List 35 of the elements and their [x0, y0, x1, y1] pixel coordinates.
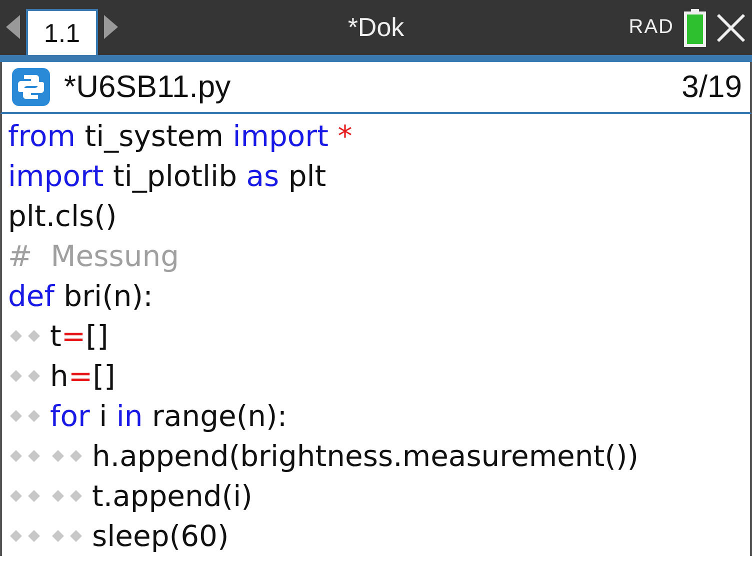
page-tab[interactable]: 1.1: [26, 9, 98, 55]
battery-icon: [684, 8, 706, 46]
code-token: =: [68, 359, 93, 393]
code-token: ti_plotlib: [112, 159, 238, 193]
code-token: *: [336, 119, 352, 153]
code-token: for: [50, 399, 90, 433]
code-token: plt.cls(): [8, 199, 117, 233]
file-name: *U6SB11.py: [64, 69, 231, 105]
code-token: i: [98, 399, 108, 433]
code-token: from: [8, 119, 76, 153]
code-token: plt: [287, 159, 326, 193]
code-token: t: [50, 319, 62, 353]
angle-mode: RAD: [628, 16, 674, 39]
code-token: t.append(i): [92, 479, 252, 513]
python-file-icon: [12, 68, 50, 106]
code-token: def: [8, 279, 54, 313]
close-icon[interactable]: [716, 12, 746, 42]
code-token: sleep(60): [92, 519, 229, 553]
code-token: []: [86, 319, 108, 353]
code-token: []: [92, 359, 116, 393]
line-position: 3/19: [682, 69, 742, 105]
code-token: ti_system: [84, 119, 224, 153]
right-arrow-icon[interactable]: [104, 15, 118, 39]
left-arrow-icon[interactable]: [6, 15, 20, 39]
code-token: import: [232, 119, 328, 153]
code-token: =: [61, 319, 86, 353]
code-token: # Messung: [8, 239, 179, 273]
code-token: h: [50, 359, 68, 393]
code-token: as: [246, 159, 280, 193]
code-token: in: [116, 399, 143, 433]
code-token: range(n):: [151, 399, 288, 433]
code-token: bri(n):: [62, 279, 153, 313]
document-title: *Dok: [348, 12, 404, 42]
code-token: h.append(brightness.measurement()): [92, 439, 639, 473]
code-token: import: [8, 159, 104, 193]
